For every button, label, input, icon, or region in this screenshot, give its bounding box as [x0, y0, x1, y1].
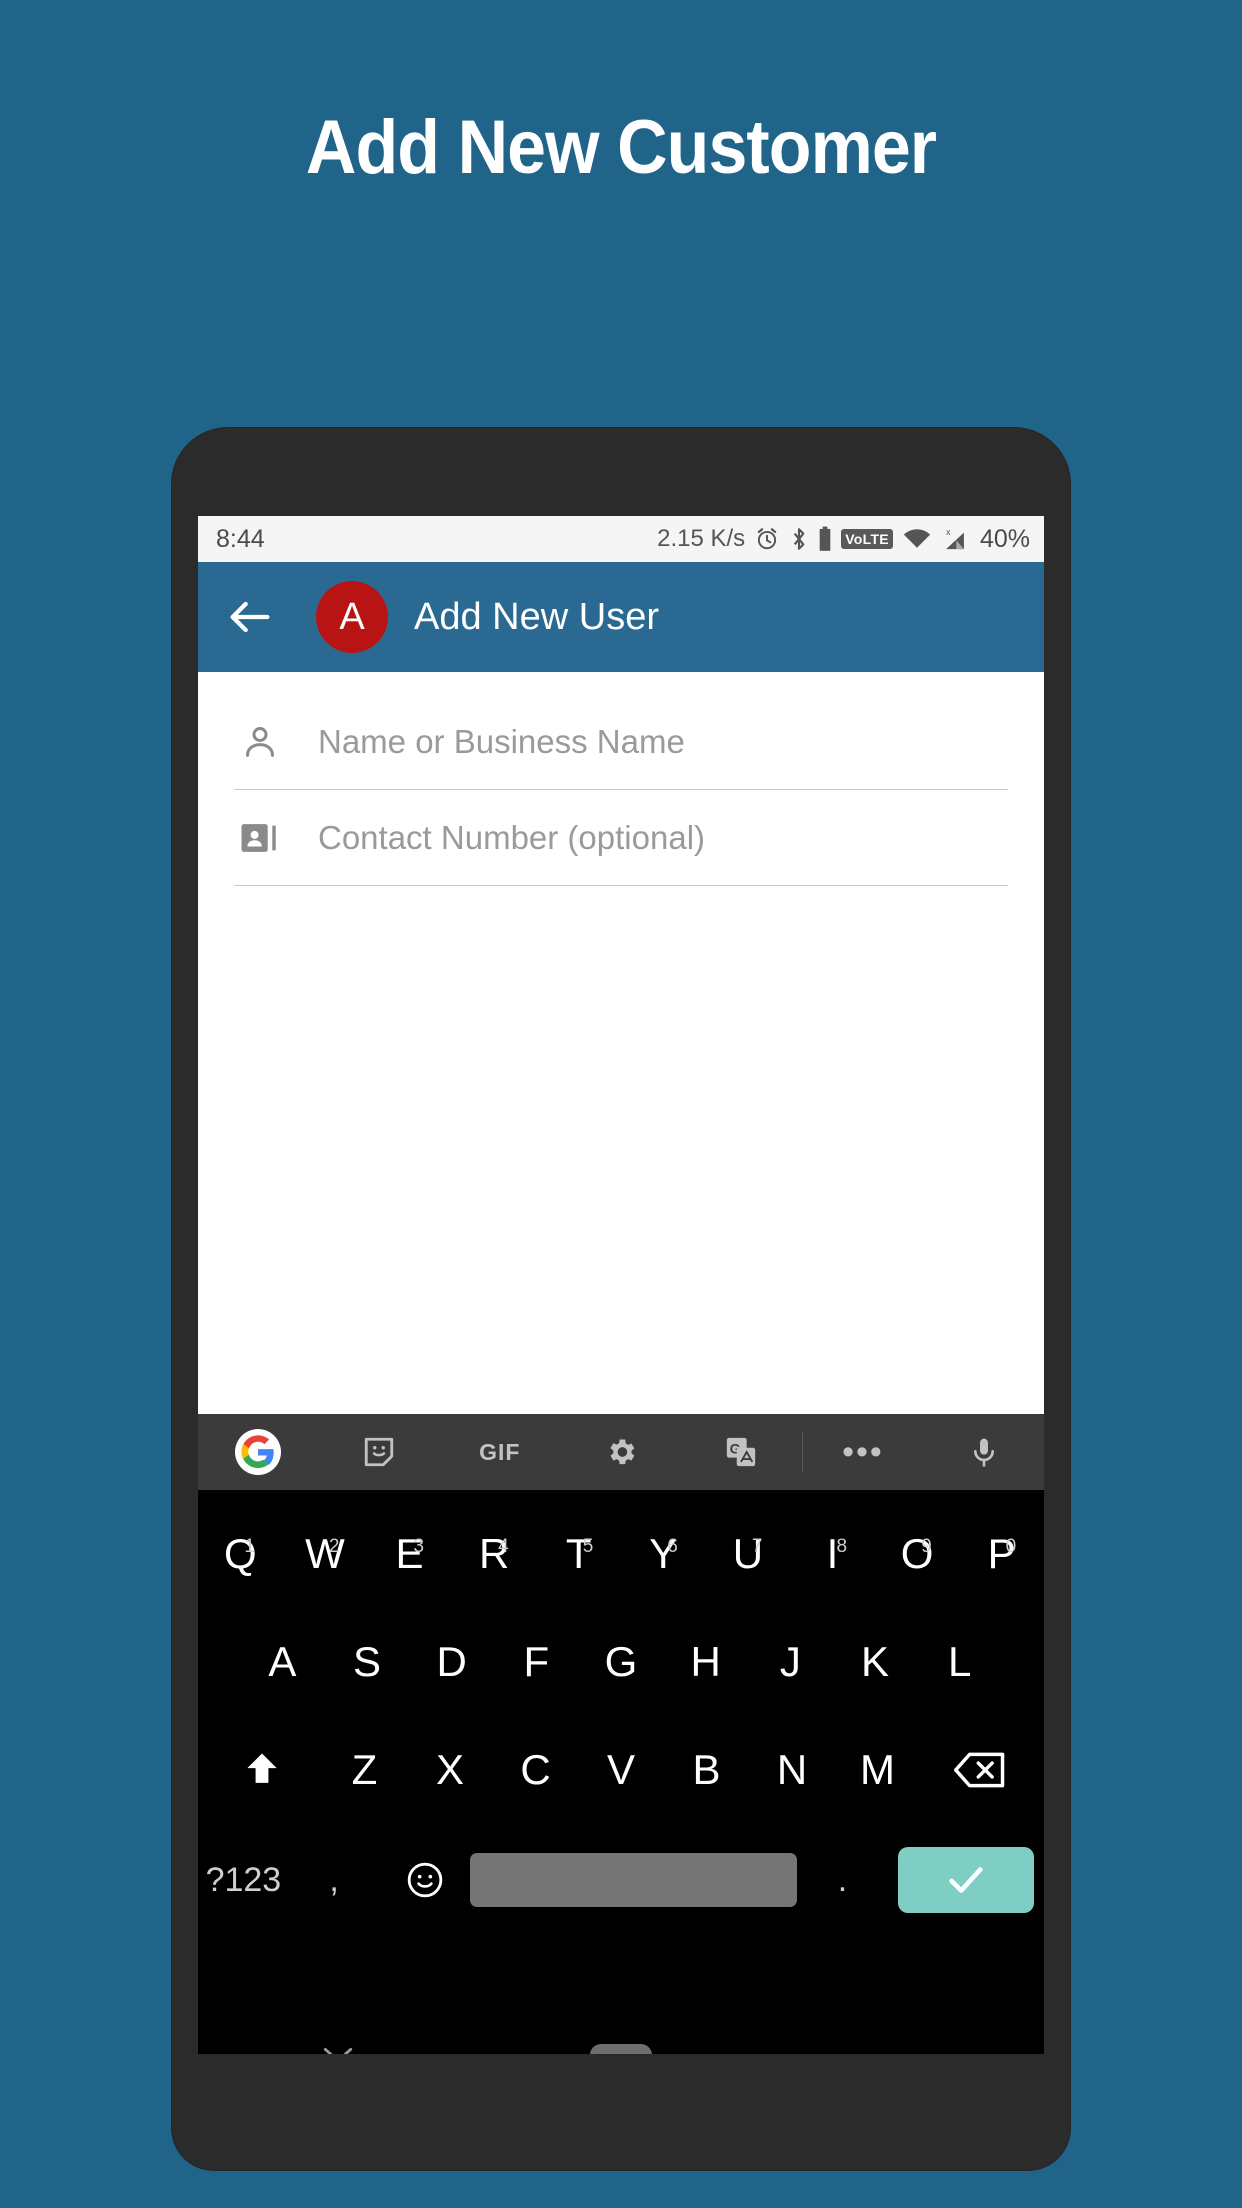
- wifi-icon: [902, 526, 932, 552]
- key-g[interactable]: G: [579, 1638, 664, 1686]
- alarm-icon: [754, 526, 780, 552]
- key-c[interactable]: C: [493, 1746, 579, 1794]
- contact-input[interactable]: Contact Number (optional): [318, 819, 705, 857]
- period-key[interactable]: .: [797, 1861, 888, 1900]
- avatar: A: [316, 581, 388, 653]
- comma-key[interactable]: ,: [289, 1861, 380, 1900]
- svg-text:x: x: [946, 527, 951, 537]
- key-t[interactable]: 5T: [536, 1530, 621, 1578]
- keyboard-row-4: ?123 , .: [198, 1824, 1044, 1936]
- key-m[interactable]: M: [835, 1746, 921, 1794]
- space-key[interactable]: [470, 1853, 798, 1907]
- key-u[interactable]: 7U: [706, 1530, 791, 1578]
- key-w[interactable]: 2W: [283, 1530, 368, 1578]
- promo-screenshot: Add New Customer 8:44 2.15 K/s VoLTE x 4…: [0, 0, 1242, 2208]
- app-bar: A Add New User: [198, 562, 1044, 672]
- phone-screen: 8:44 2.15 K/s VoLTE x 40% A Add New User…: [198, 516, 1044, 2054]
- contact-field-row[interactable]: Contact Number (optional): [234, 790, 1008, 886]
- home-indicator[interactable]: [589, 2044, 652, 2054]
- phone-frame: 8:44 2.15 K/s VoLTE x 40% A Add New User…: [172, 428, 1070, 2170]
- key-x[interactable]: X: [407, 1746, 493, 1794]
- translate-icon[interactable]: G: [681, 1435, 802, 1469]
- key-d[interactable]: D: [409, 1638, 494, 1686]
- key-e[interactable]: 3E: [367, 1530, 452, 1578]
- key-l[interactable]: L: [917, 1638, 1002, 1686]
- key-f[interactable]: F: [494, 1638, 579, 1686]
- key-y[interactable]: 6Y: [621, 1530, 706, 1578]
- status-bar: 8:44 2.15 K/s VoLTE x 40%: [198, 516, 1044, 562]
- app-bar-title: Add New User: [414, 595, 659, 638]
- google-logo-icon[interactable]: [198, 1429, 319, 1475]
- key-a[interactable]: A: [240, 1638, 325, 1686]
- battery-icon: [818, 526, 832, 552]
- navigation-bar: [198, 2012, 1044, 2054]
- back-arrow-icon[interactable]: [224, 591, 276, 643]
- network-speed-text: 2.15 K/s: [657, 525, 746, 552]
- page-title: Add New Customer: [305, 105, 937, 190]
- key-r[interactable]: 4R: [452, 1530, 537, 1578]
- emoji-key[interactable]: [380, 1860, 471, 1900]
- status-time: 8:44: [216, 524, 265, 553]
- person-icon: [234, 722, 286, 762]
- key-k[interactable]: K: [833, 1638, 918, 1686]
- home-indicator-wrap[interactable]: [477, 2044, 765, 2054]
- key-v[interactable]: V: [578, 1746, 664, 1794]
- keyboard-row-3: Z X C V B N M: [198, 1716, 1044, 1824]
- battery-percent: 40%: [979, 524, 1030, 553]
- backspace-key[interactable]: [920, 1750, 1040, 1790]
- key-z[interactable]: Z: [322, 1746, 408, 1794]
- form-area: Name or Business Name Contact Number (op…: [198, 672, 1044, 1414]
- shift-key[interactable]: [202, 1748, 322, 1792]
- key-h[interactable]: H: [663, 1638, 748, 1686]
- volte-badge: VoLTE: [841, 529, 893, 549]
- more-options-icon[interactable]: •••: [803, 1435, 924, 1469]
- key-p[interactable]: 0P: [959, 1530, 1044, 1578]
- key-o[interactable]: 9O: [875, 1530, 960, 1578]
- gif-icon[interactable]: GIF: [439, 1439, 560, 1466]
- name-field-row[interactable]: Name or Business Name: [234, 694, 1008, 790]
- keyboard-row-1: 1Q 2W 3E 4R 5T 6Y 7U 8I 9O 0P: [198, 1500, 1044, 1608]
- cellular-signal-icon: x: [941, 526, 969, 552]
- status-icons: 2.15 K/s VoLTE x 40%: [657, 525, 1030, 554]
- keyboard-toolbar: GIF G •••: [198, 1414, 1044, 1490]
- enter-key[interactable]: [897, 1847, 1034, 1913]
- key-n[interactable]: N: [749, 1746, 835, 1794]
- sticker-icon[interactable]: [319, 1435, 440, 1469]
- contact-card-icon: [234, 818, 286, 858]
- key-i[interactable]: 8I: [790, 1530, 875, 1578]
- microphone-icon[interactable]: [923, 1436, 1044, 1468]
- key-q[interactable]: 1Q: [198, 1530, 283, 1578]
- key-s[interactable]: S: [325, 1638, 410, 1686]
- chevron-down-icon[interactable]: [198, 2044, 477, 2054]
- symbols-key[interactable]: ?123: [198, 1861, 289, 1900]
- settings-gear-icon[interactable]: [560, 1435, 681, 1469]
- key-b[interactable]: B: [664, 1746, 750, 1794]
- key-j[interactable]: J: [748, 1638, 833, 1686]
- keyboard-row-2: A S D F G H J K L: [198, 1608, 1044, 1716]
- keyboard: 1Q 2W 3E 4R 5T 6Y 7U 8I 9O 0P A S D F G: [198, 1490, 1044, 2012]
- name-input[interactable]: Name or Business Name: [318, 723, 685, 761]
- bluetooth-icon: [789, 526, 809, 552]
